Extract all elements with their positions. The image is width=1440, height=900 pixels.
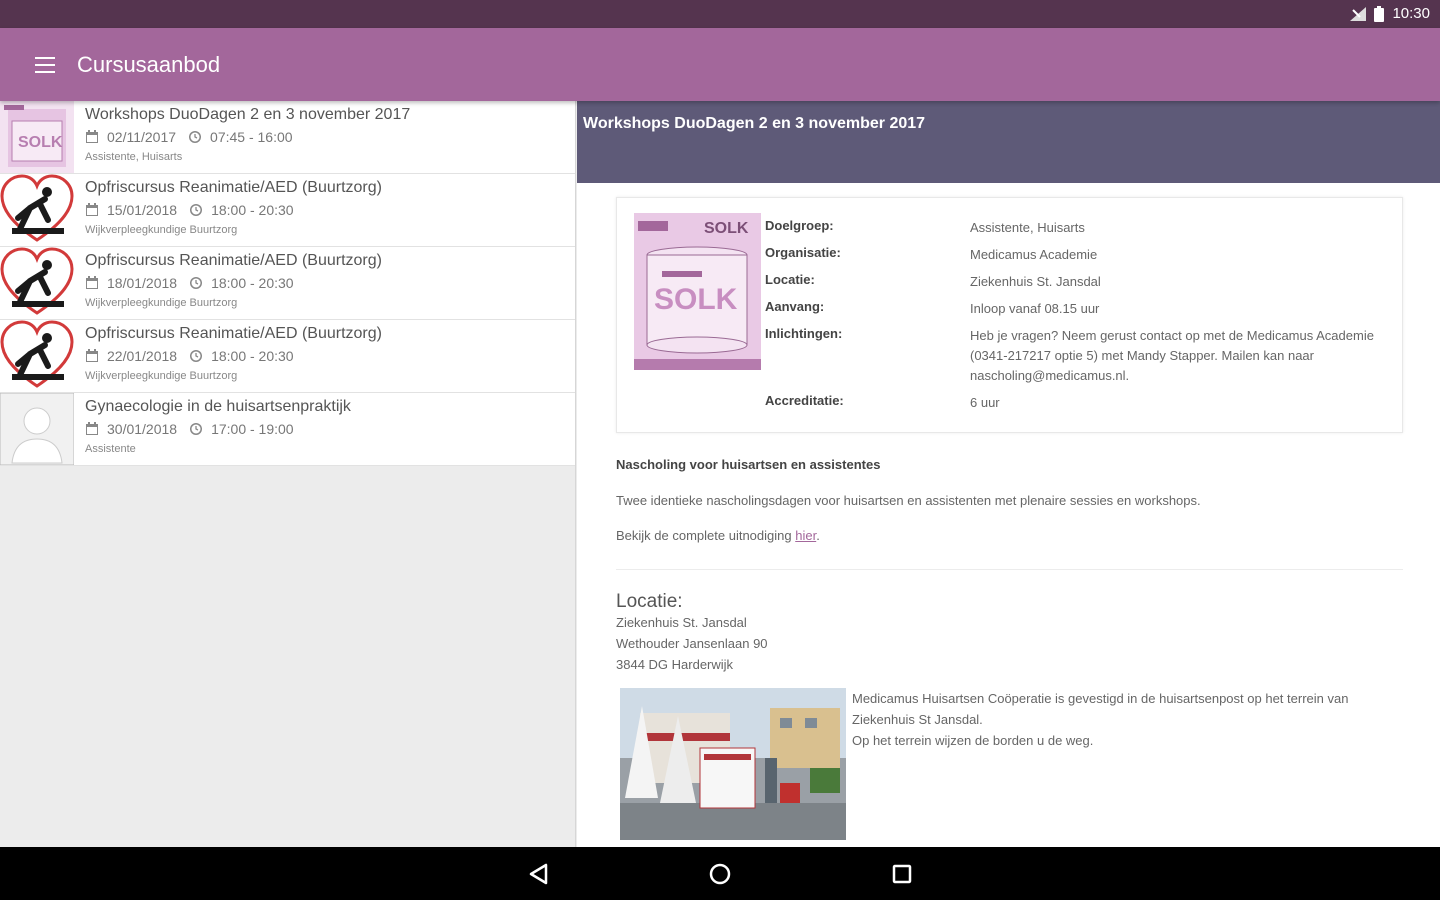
clock-icon <box>190 350 203 362</box>
course-list-item[interactable]: SOLK Workshops DuoDagen 2 en 3 november … <box>0 101 575 174</box>
solk-poster-image: SOLK SOLK <box>634 213 761 370</box>
location-heading: Locatie: <box>616 591 683 612</box>
cpr-heart-icon <box>0 174 74 246</box>
course-title: Opfriscursus Reanimatie/AED (Buurtzorg) <box>85 325 382 342</box>
invite-line: Bekijk de complete uitnodiging hier. <box>616 528 820 543</box>
divider <box>616 569 1403 570</box>
info-value: Inloop vanaf 08.15 uur <box>970 301 1100 316</box>
solk-poster-thumbnail: SOLK <box>0 101 74 173</box>
course-date: 18/01/2018 <box>107 275 178 291</box>
address-line: 3844 DG Harderwijk <box>616 657 734 672</box>
clock-icon <box>190 204 203 216</box>
invite-prefix: Bekijk de complete uitnodiging <box>616 528 796 543</box>
detail-title: Workshops DuoDagen 2 en 3 november 2017 <box>583 115 926 132</box>
clock-icon <box>190 277 203 289</box>
info-value: Ziekenhuis St. Jansdal <box>970 274 1101 289</box>
home-icon[interactable] <box>707 861 733 887</box>
calendar-icon <box>86 130 98 143</box>
course-title: Workshops DuoDagen 2 en 3 november 2017 <box>85 106 411 123</box>
course-audience: Wijkverpleegkundige Buurtzorg <box>85 370 238 382</box>
course-list-item[interactable]: Opfriscursus Reanimatie/AED (Buurtzorg) … <box>0 320 575 393</box>
page-title: Cursusaanbod <box>77 52 221 77</box>
course-list-item[interactable]: Opfriscursus Reanimatie/AED (Buurtzorg) … <box>0 174 575 247</box>
location-text-2: Op het terrein wijzen de borden u de weg… <box>852 733 1094 748</box>
course-title: Opfriscursus Reanimatie/AED (Buurtzorg) <box>85 252 382 269</box>
section-heading: Nascholing voor huisartsen en assistente… <box>616 457 881 472</box>
calendar-icon <box>86 203 98 216</box>
cpr-heart-icon <box>0 320 74 392</box>
calendar-icon <box>86 276 98 289</box>
svg-text:SOLK: SOLK <box>704 220 749 237</box>
info-value: 6 uur <box>970 395 1000 410</box>
course-audience: Assistente, Huisarts <box>85 151 183 163</box>
svg-text:SOLK: SOLK <box>654 283 738 316</box>
info-label: Locatie: <box>765 272 815 287</box>
location-photo <box>620 688 846 840</box>
calendar-icon <box>86 422 98 435</box>
course-date: 30/01/2018 <box>107 421 178 437</box>
course-list-item[interactable]: Opfriscursus Reanimatie/AED (Buurtzorg) … <box>0 247 575 320</box>
location-description: Medicamus Huisartsen Coöperatie is geves… <box>852 688 1412 751</box>
signal-icon <box>1350 6 1367 21</box>
info-label: Doelgroep: <box>765 218 834 233</box>
info-label: Organisatie: <box>765 245 841 260</box>
app-bar: Cursusaanbod <box>0 28 1440 101</box>
info-value: Assistente, Huisarts <box>970 220 1085 235</box>
clock-icon <box>189 131 202 143</box>
course-audience: Wijkverpleegkundige Buurtzorg <box>85 297 238 309</box>
course-title: Gynaecologie in de huisartsenpraktijk <box>85 398 351 415</box>
course-list-item[interactable]: Gynaecologie in de huisartsenpraktijk 30… <box>0 392 575 466</box>
invite-link[interactable]: hier <box>795 528 816 543</box>
info-value: Heb je vragen? Neem gerust contact op me… <box>970 328 1374 383</box>
address-line: Wethouder Jansenlaan 90 <box>616 636 768 651</box>
course-audience: Wijkverpleegkundige Buurtzorg <box>85 224 238 236</box>
section-description: Twee identieke nascholingsdagen voor hui… <box>616 493 1201 508</box>
hamburger-menu-icon[interactable] <box>30 50 60 80</box>
course-time: 18:00 - 20:30 <box>211 275 294 291</box>
cpr-heart-icon <box>0 247 74 319</box>
course-time: 07:45 - 16:00 <box>210 129 293 145</box>
course-list[interactable]: SOLK Workshops DuoDagen 2 en 3 november … <box>0 101 576 847</box>
clock-icon <box>190 423 203 435</box>
location-text-1: Medicamus Huisartsen Coöperatie is geves… <box>852 691 1349 727</box>
svg-text:SOLK: SOLK <box>18 134 63 151</box>
course-date: 15/01/2018 <box>107 202 178 218</box>
info-label: Inlichtingen: <box>765 326 843 341</box>
course-time: 18:00 - 20:30 <box>211 348 294 364</box>
avatar-placeholder <box>0 392 75 466</box>
status-time: 10:30 <box>1392 5 1430 22</box>
info-label: Aanvang: <box>765 299 825 314</box>
course-title: Opfriscursus Reanimatie/AED (Buurtzorg) <box>85 179 382 196</box>
address-line: Ziekenhuis St. Jansdal <box>616 615 747 630</box>
invite-suffix: . <box>816 528 820 543</box>
course-time: 18:00 - 20:30 <box>211 202 294 218</box>
recents-icon[interactable] <box>889 861 915 887</box>
course-detail[interactable]: Workshops DuoDagen 2 en 3 november 2017 … <box>577 101 1440 847</box>
course-time: 17:00 - 19:00 <box>211 421 294 437</box>
course-date: 22/01/2018 <box>107 348 178 364</box>
course-date: 02/11/2017 <box>107 129 177 145</box>
calendar-icon <box>86 349 98 362</box>
status-bar: 10:30 <box>0 0 1440 28</box>
info-value: Medicamus Academie <box>970 247 1098 262</box>
detail-header: Workshops DuoDagen 2 en 3 november 2017 <box>577 101 1440 183</box>
back-icon[interactable] <box>526 861 552 887</box>
info-label: Accreditatie: <box>765 393 844 408</box>
battery-icon <box>1374 5 1385 22</box>
navigation-bar <box>0 847 1440 900</box>
info-card: SOLK SOLK Doelgroep: Assistente, Huisart… <box>616 197 1403 433</box>
course-audience: Assistente <box>85 443 136 455</box>
